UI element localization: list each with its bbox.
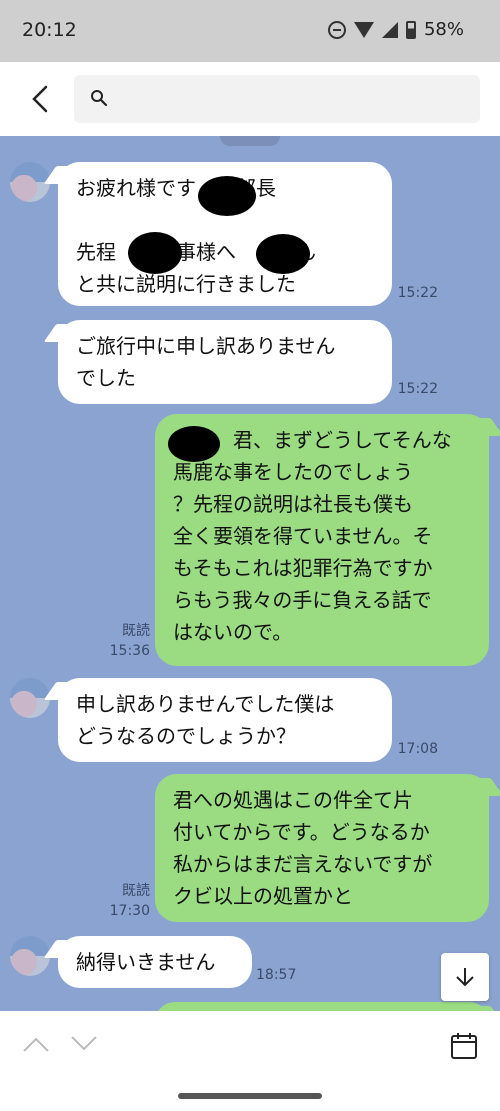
redaction-mark xyxy=(168,426,220,462)
home-indicator[interactable] xyxy=(178,1093,322,1099)
wifi-icon xyxy=(353,21,374,38)
battery-percent: 58% xyxy=(423,19,464,40)
arrow-down-icon xyxy=(456,968,474,987)
redaction-mark xyxy=(198,176,256,216)
message-time: 15:22 xyxy=(397,285,438,301)
calendar-icon[interactable] xyxy=(450,1031,478,1061)
back-button[interactable] xyxy=(20,79,60,119)
status-time: 20:12 xyxy=(22,19,77,41)
search-input[interactable] xyxy=(118,81,458,117)
chevron-down-icon[interactable] xyxy=(70,1035,98,1053)
chat-area[interactable]: お疲れ様です 部長 先程 商事様へ さん と共に説明に行きました 15:22 ご… xyxy=(0,136,500,1011)
search-icon xyxy=(91,90,108,107)
message-time: 18:57 xyxy=(256,967,297,983)
status-bar: 20:12 58% xyxy=(0,0,500,62)
read-receipt: 既読 xyxy=(122,883,150,899)
message-bubble-outgoing-partial[interactable] xyxy=(155,1002,489,1011)
message-time: 15:22 xyxy=(397,381,438,397)
message-bubble-outgoing[interactable]: 君への処遇はこの件全て片 付いてからです。どうなるか 私からはまだ言えないですが… xyxy=(155,774,489,922)
redaction-mark xyxy=(256,234,310,274)
search-box[interactable] xyxy=(74,75,480,123)
message-bubble-incoming[interactable]: 納得いきません xyxy=(58,936,252,988)
status-icons: 58% xyxy=(327,19,464,40)
chevron-left-icon xyxy=(32,85,48,113)
read-receipt: 既読 xyxy=(122,623,150,639)
message-time: 15:36 xyxy=(109,643,150,659)
do-not-disturb-icon xyxy=(327,20,346,39)
message-time: 17:30 xyxy=(109,903,150,919)
battery-icon xyxy=(405,20,416,39)
message-bubble-incoming[interactable]: ご旅行中に申し訳ありません でした xyxy=(58,320,392,404)
redaction-mark xyxy=(128,232,182,274)
signal-icon xyxy=(381,21,398,38)
chat-search-header xyxy=(0,62,500,136)
bottom-bar xyxy=(0,1011,500,1111)
date-pill xyxy=(220,136,280,146)
message-bubble-incoming[interactable]: 申し訳ありませんでした僕は どうなるのでしょうか？ xyxy=(58,678,392,762)
message-time: 17:08 xyxy=(397,741,438,757)
chevron-up-icon[interactable] xyxy=(22,1035,50,1053)
scroll-to-bottom-button[interactable] xyxy=(441,953,489,1001)
